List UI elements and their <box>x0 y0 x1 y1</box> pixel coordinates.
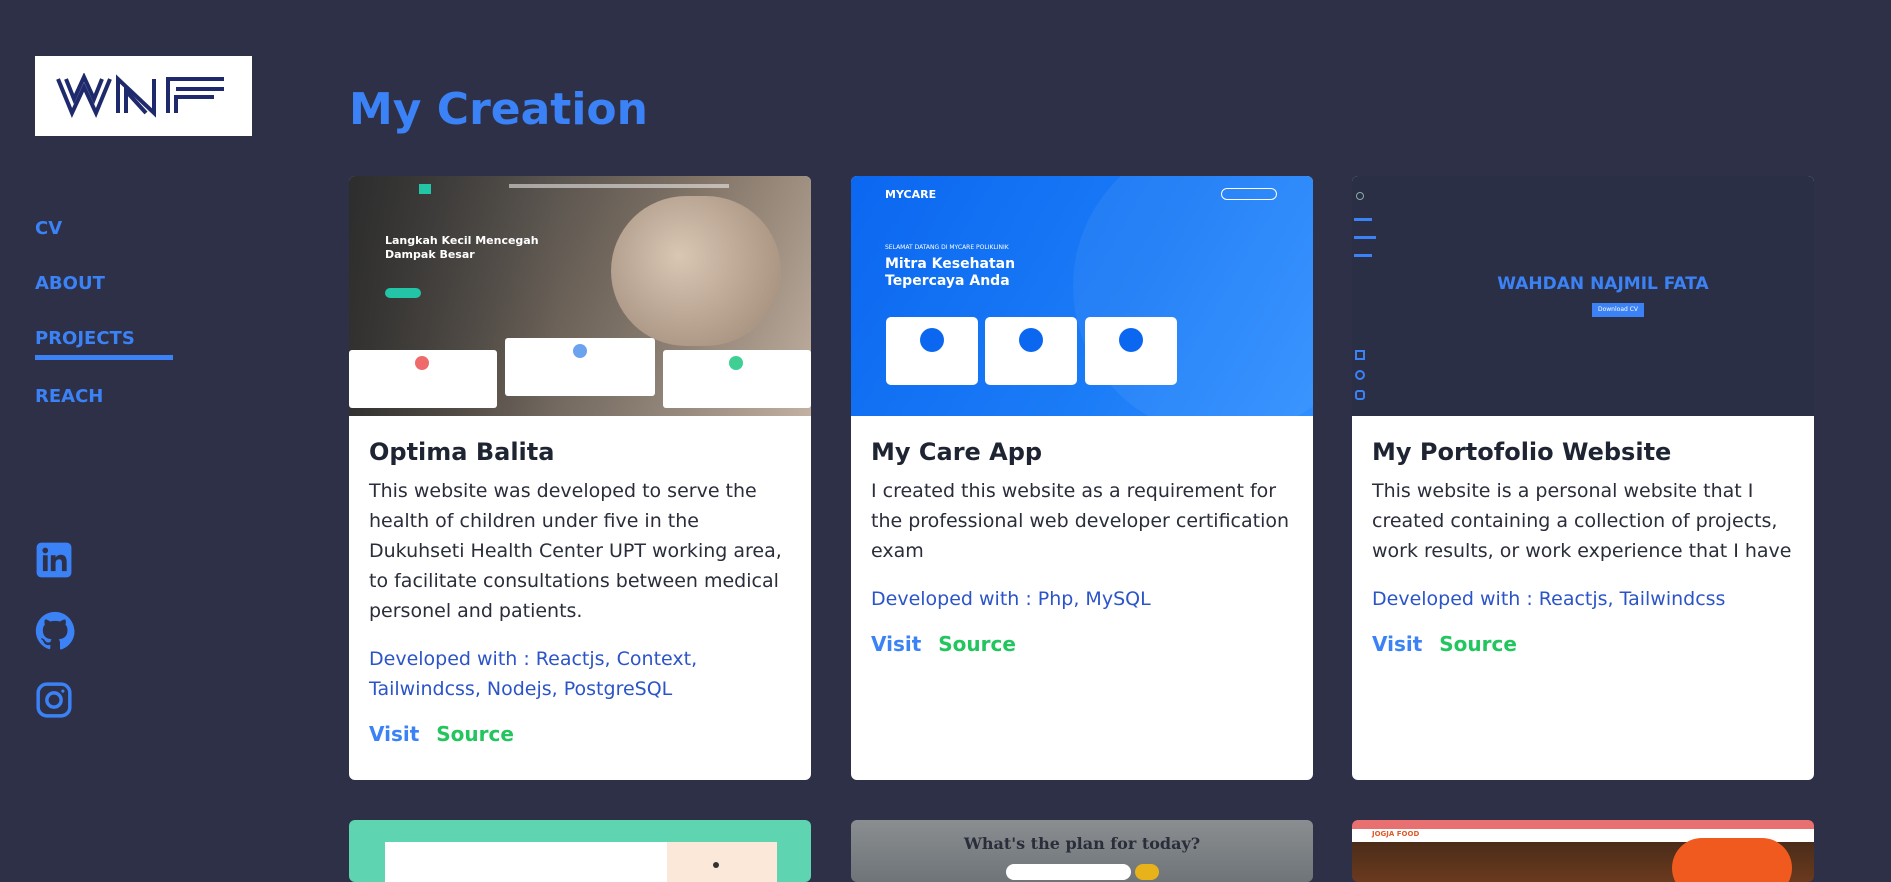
project-tech: Developed with : Php, MySQL <box>871 588 1151 610</box>
sidebar-nav: CV ABOUT PROJECTS REACH <box>35 218 135 441</box>
thumb-kicker: SELAMAT DATANG DI MYCARE POLIKLINIK <box>885 244 1009 251</box>
project-thumbnail[interactable]: WAHDAN NAJMIL FATA Download CV <box>1352 176 1814 416</box>
project-card-optima-balita: Langkah Kecil Mencegah Dampak Besar Opti… <box>349 176 811 780</box>
visit-link[interactable]: Visit <box>369 722 419 746</box>
instagram-icon[interactable] <box>35 681 75 721</box>
project-card-my-care-app: MYCARE SELAMAT DATANG DI MYCARE POLIKLIN… <box>851 176 1313 780</box>
github-icon[interactable] <box>35 611 75 651</box>
project-description: This website is a personal website that … <box>1372 480 1792 562</box>
project-title: My Care App <box>871 438 1043 466</box>
project-title: Optima Balita <box>369 438 555 466</box>
thumb-headline-1: Mitra Kesehatan <box>885 256 1016 272</box>
project-card-partial[interactable]: What's the plan for today? <box>851 820 1313 882</box>
nav-item-about[interactable]: ABOUT <box>35 273 135 328</box>
thumb-brand: MYCARE <box>885 188 937 201</box>
linkedin-icon[interactable] <box>35 541 75 581</box>
thumb-caption: JOGJA FOOD <box>1372 830 1420 838</box>
project-thumbnail[interactable]: MYCARE SELAMAT DATANG DI MYCARE POLIKLIN… <box>851 176 1313 416</box>
nav-active-underline <box>35 355 173 360</box>
source-link[interactable]: Source <box>1439 632 1517 656</box>
project-title: My Portofolio Website <box>1372 438 1672 466</box>
project-thumbnail[interactable]: Langkah Kecil Mencegah Dampak Besar <box>349 176 811 416</box>
project-card-partial[interactable] <box>349 820 811 882</box>
page-title: My Creation <box>349 84 648 135</box>
thumb-headline-2: Tepercaya Anda <box>885 273 1010 289</box>
visit-link[interactable]: Visit <box>871 632 921 656</box>
thumb-headline: Langkah Kecil Mencegah Dampak Besar <box>385 234 539 261</box>
nav-item-cv[interactable]: CV <box>35 218 135 273</box>
visit-link[interactable]: Visit <box>1372 632 1422 656</box>
project-description: This website was developed to serve the … <box>369 480 782 622</box>
source-link[interactable]: Source <box>938 632 1016 656</box>
nav-item-reach[interactable]: REACH <box>35 386 135 441</box>
wnf-logo-icon <box>55 73 224 118</box>
thumb-name: WAHDAN NAJMIL FATA <box>1497 274 1709 294</box>
source-link[interactable]: Source <box>436 722 514 746</box>
project-tech: Developed with : Reactjs, Tailwindcss <box>1372 588 1726 610</box>
logo[interactable] <box>35 56 252 136</box>
project-tech: Developed with : Reactjs, Context, Tailw… <box>369 648 698 700</box>
project-description: I created this website as a requirement … <box>871 480 1290 562</box>
project-card-my-portofolio-website: WAHDAN NAJMIL FATA Download CV My Portof… <box>1352 176 1814 780</box>
thumb-download-button: Download CV <box>1592 303 1644 317</box>
project-card-partial[interactable]: JOGJA FOOD <box>1352 820 1814 882</box>
thumb-caption: What's the plan for today? <box>963 834 1201 853</box>
